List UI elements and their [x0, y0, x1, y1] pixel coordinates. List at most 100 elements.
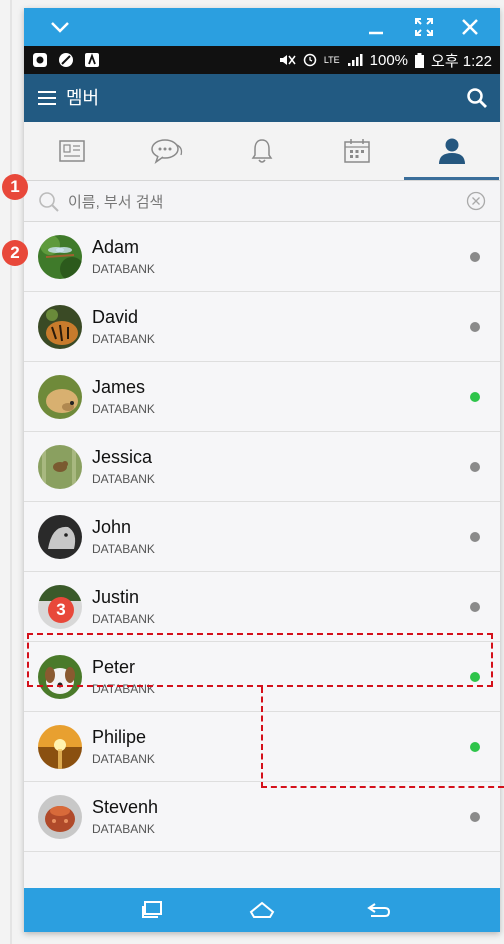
tab-calendar[interactable]	[309, 122, 404, 180]
page-title: 멤버	[66, 88, 100, 108]
home-icon	[249, 901, 275, 918]
calendar-icon	[343, 139, 370, 163]
search-bar	[24, 181, 500, 222]
chevron-down-icon	[51, 22, 69, 33]
alarm-icon	[303, 53, 317, 67]
member-row[interactable]: James DATABANK	[24, 362, 500, 432]
battery-icon	[415, 52, 425, 68]
member-name: Philipe	[92, 727, 147, 747]
member-name: David	[92, 307, 139, 327]
avatar	[38, 375, 82, 419]
search-input[interactable]	[66, 185, 450, 219]
avatar	[38, 725, 82, 769]
member-dept: DATABANK	[92, 752, 155, 766]
home-button[interactable]	[232, 888, 292, 932]
menu-button[interactable]	[36, 87, 58, 109]
battery-percent: 100%	[369, 51, 409, 69]
status-online-dot	[470, 392, 480, 402]
tab-chat[interactable]	[119, 122, 214, 180]
tiger-avatar-image	[38, 305, 82, 349]
status-offline-dot	[470, 462, 480, 472]
fullscreen-icon	[415, 18, 433, 36]
status-offline-dot	[470, 322, 480, 332]
member-name: Stevenh	[92, 797, 159, 817]
avatar	[38, 305, 82, 349]
recent-apps-icon	[142, 901, 162, 918]
member-dept: DATABANK	[92, 542, 155, 556]
member-row[interactable]: John DATABANK	[24, 502, 500, 572]
android-nav-bar	[24, 888, 500, 932]
status-offline-dot	[470, 252, 480, 262]
member-dept: DATABANK	[92, 332, 155, 346]
fullscreen-button[interactable]	[404, 8, 444, 46]
member-name: Justin	[92, 587, 140, 607]
status-offline-dot	[470, 532, 480, 542]
member-dept: DATABANK	[92, 822, 155, 836]
dog-avatar-image	[38, 375, 82, 419]
minimize-button[interactable]	[356, 8, 396, 46]
minimize-icon	[369, 31, 383, 35]
collapse-button[interactable]	[40, 8, 80, 46]
clear-search-icon[interactable]	[466, 191, 486, 211]
clock: 오후 1:22	[431, 52, 492, 70]
status-offline-dot	[470, 812, 480, 822]
search-button[interactable]	[466, 87, 488, 109]
wolf-avatar-image	[38, 515, 82, 559]
close-icon	[462, 19, 478, 35]
highlight-connector	[261, 786, 504, 788]
tab-members[interactable]	[404, 122, 499, 180]
member-name: Jessica	[92, 447, 153, 467]
member-name: John	[92, 517, 132, 537]
mute-icon	[279, 55, 296, 65]
status-offline-dot	[470, 602, 480, 612]
member-name: Adam	[92, 237, 140, 257]
sunset-avatar-image	[38, 725, 82, 769]
member-dept: DATABANK	[92, 402, 155, 416]
window-title-bar	[24, 8, 500, 46]
member-row[interactable]: Jessica DATABANK	[24, 432, 500, 502]
cake-avatar-image	[38, 795, 82, 839]
callout-badge: 3	[48, 597, 74, 623]
network-type: LTE	[323, 55, 340, 65]
status-online-dot	[470, 742, 480, 752]
highlight-connector	[261, 687, 263, 788]
avatar	[38, 795, 82, 839]
dragonfly-avatar-image	[38, 235, 82, 279]
app-bar: 멤버	[24, 74, 500, 122]
back-button[interactable]	[348, 888, 408, 932]
contact-card-icon	[58, 140, 85, 162]
signal-icon	[347, 54, 363, 66]
page-rule	[10, 0, 12, 944]
member-row[interactable]: Adam DATABANK	[24, 222, 500, 292]
app-notification-icon	[33, 53, 47, 67]
chat-icon	[150, 139, 182, 164]
member-name: James	[92, 377, 146, 397]
member-dept: DATABANK	[92, 472, 155, 486]
search-icon	[467, 88, 487, 108]
recent-apps-button[interactable]	[122, 888, 182, 932]
back-icon	[367, 903, 391, 917]
avatar	[38, 445, 82, 489]
status-bar: LTE 100% 오후 1:22	[24, 46, 500, 74]
tab-contacts[interactable]	[24, 122, 119, 180]
bell-icon	[251, 139, 272, 163]
close-button[interactable]	[450, 8, 490, 46]
search-icon	[39, 192, 59, 212]
member-row[interactable]: David DATABANK	[24, 292, 500, 362]
bird-avatar-image	[38, 445, 82, 489]
text-notification-icon	[85, 53, 99, 67]
member-dept: DATABANK	[92, 612, 155, 626]
member-dept: DATABANK	[92, 262, 155, 276]
member-row[interactable]: Justin DATABANK	[24, 572, 500, 642]
phone-window: LTE 100% 오후 1:22 멤버 이름, 부서 검색 Adam DATAB…	[24, 8, 500, 932]
sync-notification-icon	[59, 53, 73, 67]
tab-notifications[interactable]	[214, 122, 309, 180]
avatar	[38, 235, 82, 279]
tab-bar	[24, 122, 500, 181]
member-row[interactable]: Stevenh DATABANK	[24, 782, 500, 852]
callout-badge: 1	[2, 174, 28, 200]
highlight-box	[27, 633, 493, 687]
hamburger-icon	[38, 91, 56, 105]
callout-badge: 2	[2, 240, 28, 266]
avatar	[38, 515, 82, 559]
